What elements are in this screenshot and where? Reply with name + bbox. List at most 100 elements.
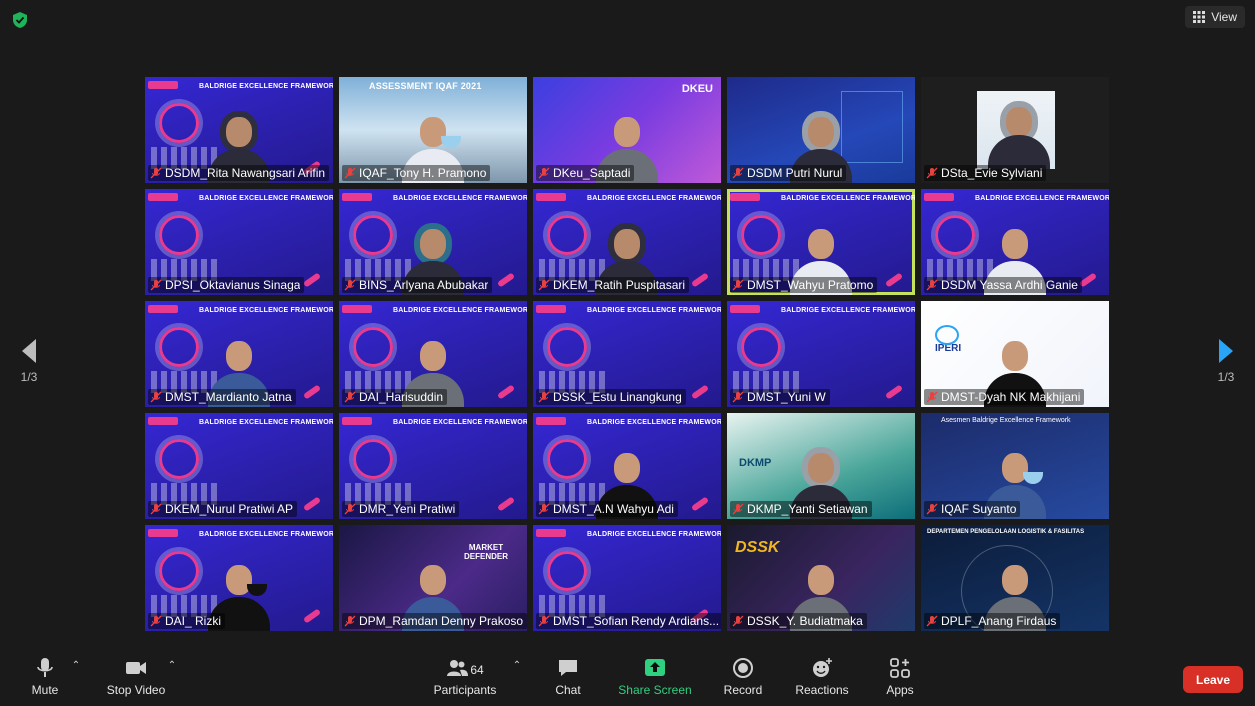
meeting-toolbar: Mute ⌃ Stop Video ⌃ 64 Participants ⌃ Ch… [0, 648, 1255, 706]
microphone-muted-icon [926, 167, 938, 179]
participant-name: DSSK_Y. Budiatmaka [747, 614, 863, 628]
security-shield-icon[interactable] [11, 11, 29, 29]
face-mask [247, 584, 267, 596]
chat-bubble-icon [559, 660, 577, 676]
microphone-muted-icon [926, 279, 938, 291]
participant-name-tag: DKEM_Ratih Puspitasari [536, 277, 690, 293]
slide-decoration [884, 384, 904, 400]
record-button[interactable]: Record [722, 648, 764, 706]
participants-button[interactable]: 64 Participants [430, 648, 500, 706]
microphone-muted-icon [926, 615, 938, 627]
arrow-right-icon [1219, 339, 1233, 363]
slide-decoration [741, 215, 781, 255]
participants-options-caret[interactable]: ⌃ [512, 648, 522, 706]
share-screen-icon [645, 659, 665, 676]
participant-tile[interactable]: BALDRIGE EXCELLENCE FRAMEWORK DMST_Sofian… [533, 525, 721, 631]
participant-tile[interactable]: DKEU DKeu_Saptadi [533, 77, 721, 183]
participant-name-tag: DAI_ Rizki [148, 613, 226, 629]
share-screen-button[interactable]: Share Screen [617, 648, 693, 706]
slide-decoration [690, 496, 710, 512]
participant-name-tag: DMST-Dyah NK Makhijani [924, 389, 1085, 405]
microphone-icon [37, 658, 53, 677]
arrow-left-icon [22, 339, 36, 363]
slide-decoration [159, 327, 199, 367]
stop-video-button[interactable]: Stop Video [103, 648, 169, 706]
previous-page-button[interactable]: 1/3 [14, 336, 44, 396]
record-label: Record [723, 683, 763, 697]
participant-tile[interactable]: BALDRIGE EXCELLENCE FRAMEWORK DKEM_Nurul … [145, 413, 333, 519]
slide-banner: BALDRIGE EXCELLENCE FRAMEWORK [921, 193, 1109, 203]
video-options-caret[interactable]: ⌃ [167, 648, 177, 706]
participant-tile[interactable]: BALDRIGE EXCELLENCE FRAMEWORK DSDM Yassa … [921, 189, 1109, 295]
participant-tile[interactable]: BALDRIGE EXCELLENCE FRAMEWORK DSDM_Rita N… [145, 77, 333, 183]
audio-options-caret[interactable]: ⌃ [71, 648, 81, 706]
participant-tile[interactable]: DSSK DSSK_Y. Budiatmaka [727, 525, 915, 631]
slide-banner: BALDRIGE EXCELLENCE FRAMEWORK [339, 305, 527, 315]
share-screen-label: Share Screen [618, 683, 692, 697]
microphone-muted-icon [732, 503, 744, 515]
slide-logo [148, 417, 178, 425]
participant-name-tag: DMST_Mardianto Jatna [148, 389, 296, 405]
view-button[interactable]: View [1185, 6, 1245, 28]
participant-tile[interactable]: BALDRIGE EXCELLENCE FRAMEWORK DAI_ Rizki [145, 525, 333, 631]
microphone-muted-icon [926, 391, 938, 403]
page-indicator-right: 1/3 [1217, 370, 1235, 384]
participant-name-tag: DSDM Putri Nurul [730, 165, 847, 181]
participant-tile[interactable]: DKMP DKMP_Yanti Setiawan [727, 413, 915, 519]
participant-tile[interactable]: BALDRIGE EXCELLENCE FRAMEWORK DMST_A.N Wa… [533, 413, 721, 519]
participant-tile[interactable]: BALDRIGE EXCELLENCE FRAMEWORK DAI_Harisud… [339, 301, 527, 407]
participant-tile[interactable]: BALDRIGE EXCELLENCE FRAMEWORK DMST_Wahyu … [727, 189, 915, 295]
slide-decoration [159, 103, 199, 143]
slide-title: DSSK [735, 539, 780, 556]
slide-decoration [935, 215, 975, 255]
participant-name-tag: DMST_A.N Wahyu Adi [536, 501, 678, 517]
participant-tile[interactable]: DSDM Putri Nurul [727, 77, 915, 183]
slide-decoration [547, 439, 587, 479]
microphone-muted-icon [150, 615, 162, 627]
participant-tile[interactable]: BALDRIGE EXCELLENCE FRAMEWORK DSSK_Estu L… [533, 301, 721, 407]
slide-logo [730, 193, 760, 201]
participant-name-tag: DMST_Wahyu Pratomo [730, 277, 878, 293]
microphone-muted-icon [150, 391, 162, 403]
slide-logo [342, 305, 372, 313]
participant-name: DMST_Mardianto Jatna [165, 390, 292, 404]
slide-decoration [690, 384, 710, 400]
participant-tile[interactable]: BALDRIGE EXCELLENCE FRAMEWORK BINS_Arlyan… [339, 189, 527, 295]
chat-button[interactable]: Chat [548, 648, 588, 706]
video-grid: BALDRIGE EXCELLENCE FRAMEWORK DSDM_Rita N… [145, 77, 1109, 631]
participant-tile[interactable]: BALDRIGE EXCELLENCE FRAMEWORK DMST_Mardia… [145, 301, 333, 407]
reactions-button[interactable]: Reactions [793, 648, 851, 706]
apps-button[interactable]: Apps [883, 648, 917, 706]
slide-decoration [496, 496, 516, 512]
mute-label: Mute [31, 683, 59, 697]
slide-decoration [547, 215, 587, 255]
participant-name-tag: DMR_Yeni Pratiwi [342, 501, 460, 517]
participant-tile[interactable]: BALDRIGE EXCELLENCE FRAMEWORK DPSI_Oktavi… [145, 189, 333, 295]
participant-tile[interactable]: MARKET DEFENDER DPM_Ramdan Denny Prakoso [339, 525, 527, 631]
participant-tile[interactable]: BALDRIGE EXCELLENCE FRAMEWORK DMR_Yeni Pr… [339, 413, 527, 519]
slide-banner: DEPARTEMEN PENGELOLAAN LOGISTIK & FASILI… [927, 529, 1085, 535]
participant-tile[interactable]: DSta_Evie Sylviani [921, 77, 1109, 183]
participant-tile[interactable]: BALDRIGE EXCELLENCE FRAMEWORK DMST_Yuni W [727, 301, 915, 407]
microphone-muted-icon [150, 167, 162, 179]
participant-name: DSta_Evie Sylviani [941, 166, 1043, 180]
participant-name: DKMP_Yanti Setiawan [747, 502, 868, 516]
leave-button[interactable]: Leave [1183, 666, 1243, 693]
slide-logo [148, 81, 178, 89]
participant-tile[interactable]: BALDRIGE EXCELLENCE FRAMEWORK DKEM_Ratih … [533, 189, 721, 295]
participant-tile[interactable]: IPERI DMST-Dyah NK Makhijani [921, 301, 1109, 407]
participant-tile[interactable]: ASSESSMENT IQAF 2021 IQAF_Tony H. Pramono [339, 77, 527, 183]
participant-tile[interactable]: DEPARTEMEN PENGELOLAAN LOGISTIK & FASILI… [921, 525, 1109, 631]
slide-logo [148, 193, 178, 201]
participant-name: IQAF Suyanto [941, 502, 1017, 516]
participant-tile[interactable]: Asesmen Baldrige Excellence Framework IQA… [921, 413, 1109, 519]
mute-button[interactable]: Mute [25, 648, 65, 706]
slide-decoration [302, 384, 322, 400]
participant-name-tag: DKMP_Yanti Setiawan [730, 501, 872, 517]
slide-banner-text: BALDRIGE EXCELLENCE FRAMEWORK [781, 194, 915, 202]
participant-name-tag: IQAF Suyanto [924, 501, 1021, 517]
participant-name: DMST-Dyah NK Makhijani [941, 390, 1081, 404]
slide-banner-text: BALDRIGE EXCELLENCE FRAMEWORK [393, 194, 527, 202]
slide-logo [730, 305, 760, 313]
next-page-button[interactable]: 1/3 [1211, 336, 1241, 396]
